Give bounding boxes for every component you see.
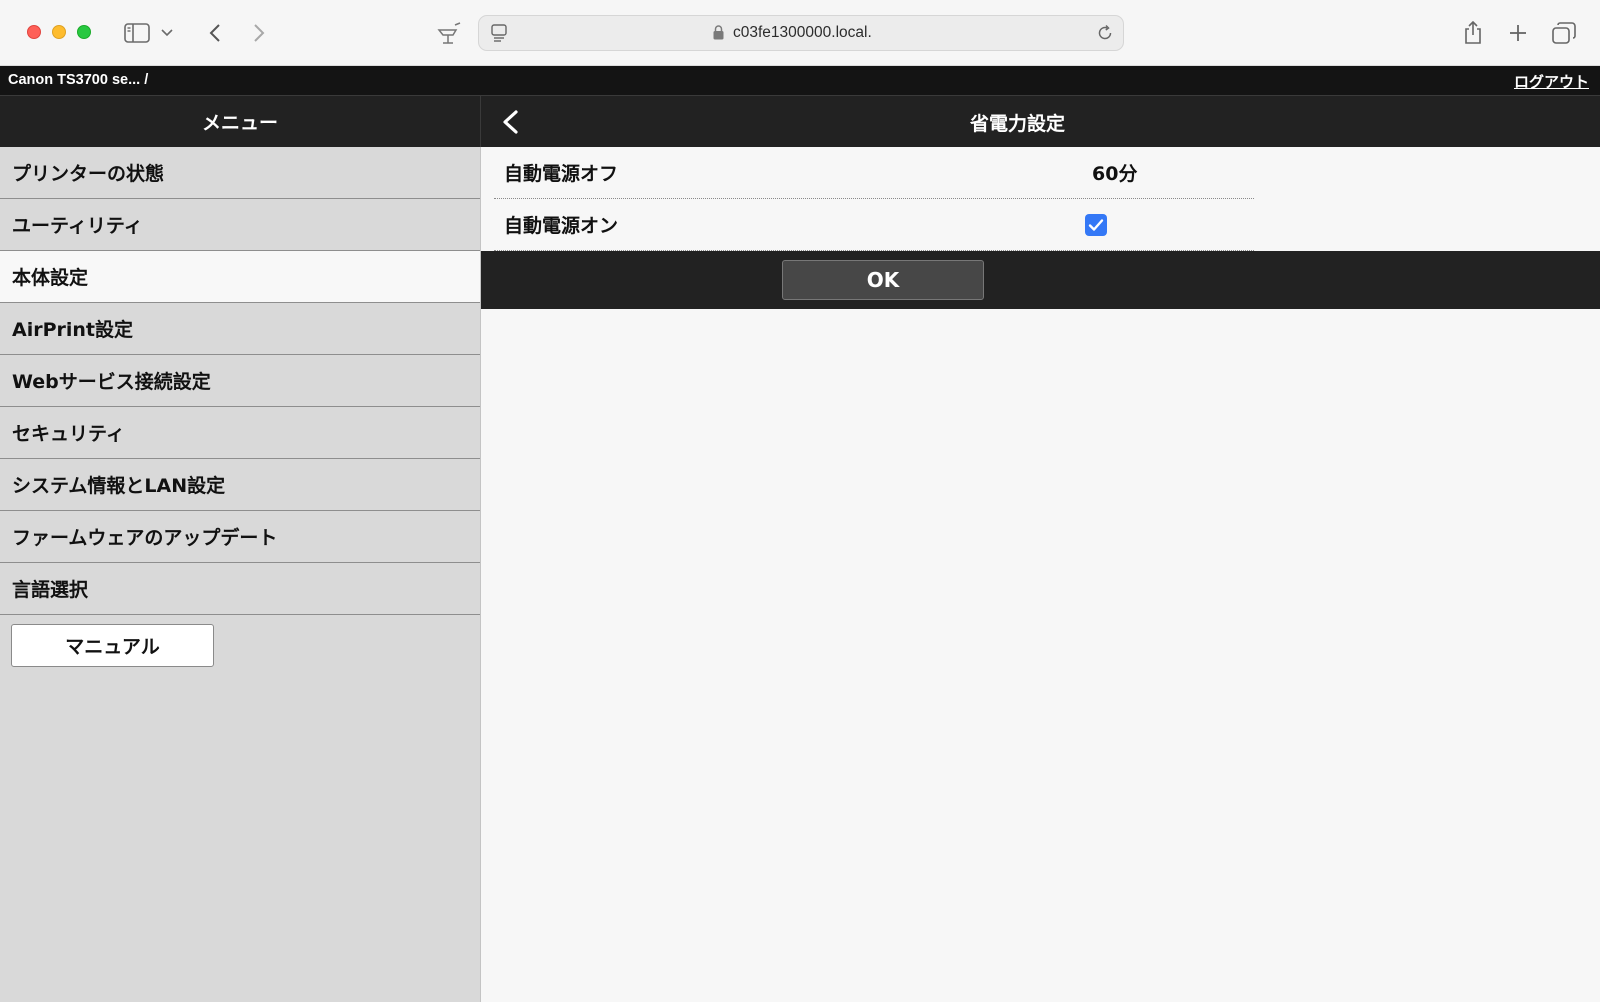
setting-label: 自動電源オフ [504, 163, 619, 185]
sidebar-item-web-service-settings[interactable]: Webサービス接続設定 [0, 355, 480, 407]
menu-title: メニュー [0, 96, 481, 147]
page-title: 省電力設定 [969, 113, 1065, 135]
lock-icon [713, 25, 724, 44]
setting-row-auto-power-off[interactable]: 自動電源オフ 60分 [494, 147, 1254, 199]
chevron-down-icon[interactable] [158, 18, 176, 48]
sidebar: プリンターの状態 ユーティリティ 本体設定 AirPrint設定 Webサービス… [0, 147, 481, 1002]
sidebar-item-language[interactable]: 言語選択 [0, 563, 480, 615]
device-header: Canon TS3700 se... / ログアウト [0, 66, 1600, 96]
auto-power-off-value[interactable]: 60分 [1092, 159, 1137, 186]
content-header: 省電力設定 [481, 96, 1600, 147]
sidebar-item-utilities[interactable]: ユーティリティ [0, 199, 480, 251]
address-bar[interactable]: c03fe1300000.local. [478, 15, 1124, 51]
reload-icon[interactable] [1096, 24, 1114, 46]
back-arrow-icon[interactable] [200, 18, 230, 48]
main-content: 自動電源オフ 60分 自動電源オン OK [481, 147, 1600, 1002]
minimize-window-button[interactable] [52, 25, 66, 39]
auto-power-on-checkbox[interactable] [1085, 214, 1107, 236]
sidebar-item-airprint-settings[interactable]: AirPrint設定 [0, 303, 480, 355]
sidebar-item-firmware-update[interactable]: ファームウェアのアップデート [0, 511, 480, 563]
plus-icon[interactable] [1503, 18, 1533, 48]
device-name: Canon TS3700 se... / [8, 72, 149, 88]
sidebar-icon[interactable] [122, 18, 152, 48]
manual-button[interactable]: マニュアル [11, 624, 214, 667]
logout-link[interactable]: ログアウト [1514, 71, 1589, 92]
page-icon[interactable] [491, 24, 507, 46]
action-bar: OK [481, 251, 1600, 309]
forward-arrow-icon[interactable] [244, 18, 274, 48]
close-window-button[interactable] [27, 25, 41, 39]
sidebar-item-system-info-lan[interactable]: システム情報とLAN設定 [0, 459, 480, 511]
url-text: c03fe1300000.local. [733, 24, 872, 41]
ok-button[interactable]: OK [782, 260, 984, 300]
sidebar-item-printer-status[interactable]: プリンターの状態 [0, 147, 480, 199]
tabs-icon[interactable] [1549, 18, 1579, 48]
share-icon[interactable] [1458, 18, 1488, 48]
sidebar-item-security[interactable]: セキュリティ [0, 407, 480, 459]
checkmark-icon [1088, 219, 1104, 231]
zoom-window-button[interactable] [77, 25, 91, 39]
privacy-icon[interactable] [434, 18, 464, 48]
setting-label: 自動電源オン [504, 215, 619, 237]
sidebar-item-device-settings[interactable]: 本体設定 [0, 251, 480, 303]
setting-row-auto-power-on: 自動電源オン [494, 199, 1254, 251]
browser-toolbar: c03fe1300000.local. [0, 0, 1600, 66]
